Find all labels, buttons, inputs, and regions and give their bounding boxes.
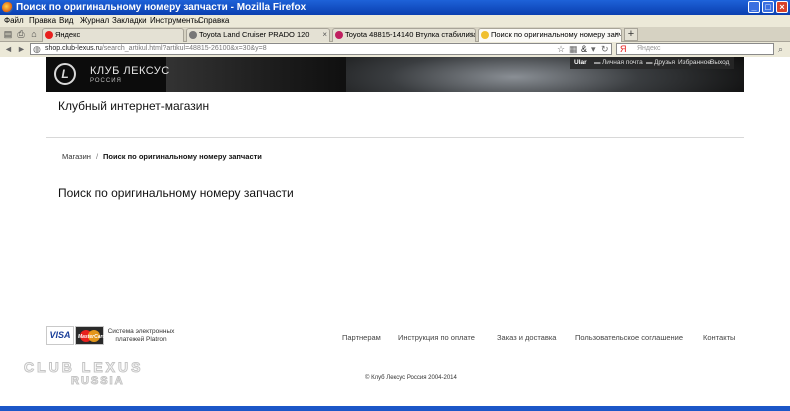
search-icon[interactable]: ⌕ (778, 44, 783, 54)
menu-help[interactable]: Справка (198, 15, 229, 27)
divider (46, 137, 744, 138)
menu-tools[interactable]: Инструменты (150, 15, 200, 27)
new-tab-button[interactable]: + (624, 28, 638, 41)
tab-label: Toyota 48815-14140 Втулка стабилиза... (345, 30, 476, 39)
club-lexus-logo: CLUB LEXUS (23, 359, 144, 376)
mail-icon: ▬ (594, 59, 601, 66)
mastercard-label: MasterCard (78, 334, 106, 340)
lexus-logo-icon[interactable]: L (54, 63, 76, 85)
tab-close-icon[interactable]: × (614, 29, 619, 41)
url-host: shop.club-lexus.ru (45, 45, 102, 52)
maximize-button[interactable]: □ (762, 1, 774, 13)
print-icon[interactable]: ⎙ (16, 29, 26, 39)
user-link-logout[interactable]: Выход (710, 57, 729, 69)
friends-icon: ▬ (646, 59, 653, 66)
dropdown-icon[interactable]: ▾ (591, 44, 596, 54)
tab-yandex[interactable]: Яндекс (42, 28, 184, 42)
footer-link-partners[interactable]: Партнерам (342, 333, 381, 342)
shop-title[interactable]: Клубный интернет-магазин (58, 99, 209, 113)
addon-icon[interactable]: & (581, 44, 587, 54)
tab-close-icon[interactable]: × (322, 29, 327, 41)
tab-prado[interactable]: Toyota Land Cruiser PRADO 120 × (186, 28, 330, 42)
yandex-icon: Я (620, 44, 627, 54)
page-title: Поиск по оригинальному номеру запчасти (58, 186, 294, 200)
user-link-favorites[interactable]: Избранное (678, 57, 711, 69)
forward-arrow-icon[interactable]: ► (17, 44, 26, 54)
footer-link-delivery[interactable]: Заказ и доставка (497, 333, 556, 342)
breadcrumb-current: Поиск по оригинальному номеру запчасти (103, 152, 262, 161)
menu-bookmarks[interactable]: Закладки (112, 15, 147, 27)
navigation-bar: ◄ ► ◍ shop.club-lexus.ru/search_artikul.… (0, 42, 790, 57)
bookmark-star-icon[interactable]: ☆ (557, 44, 565, 54)
tab-favicon (481, 31, 489, 39)
minimize-button[interactable]: _ (748, 1, 760, 13)
breadcrumb-root[interactable]: Магазин (62, 152, 91, 161)
visa-logo: VISA (46, 326, 74, 345)
tab-favicon (45, 31, 53, 39)
home-icon[interactable]: ⌂ (29, 29, 39, 39)
taskbar-edge (0, 406, 790, 411)
window-titlebar: Поиск по оригинальному номеру запчасти -… (0, 0, 790, 15)
tab-list-icon[interactable]: ▤ (3, 29, 13, 39)
tab-close-icon[interactable]: × (468, 29, 473, 41)
user-link-mail[interactable]: Личная почта (602, 57, 643, 69)
breadcrumb: Магазин / Поиск по оригинальному номеру за… (62, 152, 262, 161)
tab-label: Поиск по оригинальному номеру запча... (491, 30, 622, 39)
menu-bar: Файл Правка Вид Журнал Закладки Инструме… (0, 15, 790, 27)
menu-file[interactable]: Файл (4, 15, 24, 27)
club-name[interactable]: КЛУБ ЛЕКСУС (90, 65, 170, 77)
tab-favicon (335, 31, 343, 39)
club-lexus-logo-sub: RUSSIA (71, 375, 125, 388)
payment-logos: VISA MasterCard (46, 326, 106, 345)
window-title: Поиск по оригинальному номеру запчасти -… (16, 2, 307, 13)
reload-icon[interactable]: ↻ (601, 44, 609, 54)
translate-icon[interactable]: ▦ (569, 44, 578, 54)
user-link-friends[interactable]: Друзья (654, 57, 675, 69)
close-window-button[interactable]: × (776, 1, 788, 13)
menu-view[interactable]: Вид (59, 15, 73, 27)
user-bar: Ular ▬ Личная почта ▬ Друзья Избранное В… (570, 57, 734, 69)
url-path: /search_artikul.html?artikul=48815-26100… (101, 45, 267, 52)
search-box[interactable]: Я Яндекс (616, 43, 774, 55)
copyright: © Клуб Лексус Россия 2004-2014 (365, 375, 457, 381)
tab-bar: ▤ ⎙ ⌂ Яндекс Toyota Land Cruiser PRADO 1… (0, 27, 790, 42)
page-content: L КЛУБ ЛЕКСУС РОССИЯ Ular ▬ Личная почта… (0, 57, 790, 411)
back-arrow-icon[interactable]: ◄ (4, 44, 13, 54)
footer-link-agreement[interactable]: Пользовательское соглашение (575, 333, 683, 342)
club-country: РОССИЯ (90, 78, 122, 84)
tab-label: Toyota Land Cruiser PRADO 120 (199, 30, 310, 39)
tab-favicon (189, 31, 197, 39)
user-name[interactable]: Ular (574, 57, 587, 69)
url-bar[interactable]: ◍ shop.club-lexus.ru/search_artikul.html… (30, 43, 612, 55)
tab-part-search[interactable]: Поиск по оригинальному номеру запча... × (478, 28, 622, 42)
firefox-icon (2, 2, 13, 13)
breadcrumb-separator: / (95, 152, 99, 161)
club-banner: L КЛУБ ЛЕКСУС РОССИЯ Ular ▬ Личная почта… (46, 57, 744, 92)
site-identity-icon: ◍ (33, 44, 41, 54)
footer-link-contacts[interactable]: Контакты (703, 333, 735, 342)
footer-link-payment[interactable]: Инструкция по оплате (398, 333, 475, 342)
mastercard-logo: MasterCard (75, 326, 106, 345)
tab-toyota-bushing[interactable]: Toyota 48815-14140 Втулка стабилиза... × (332, 28, 476, 42)
menu-edit[interactable]: Правка (29, 15, 56, 27)
tab-label: Яндекс (55, 30, 81, 39)
menu-history[interactable]: Журнал (80, 15, 109, 27)
payment-system-text[interactable]: Система электронных платежей Platron (106, 328, 176, 344)
search-placeholder: Яндекс (637, 45, 661, 52)
